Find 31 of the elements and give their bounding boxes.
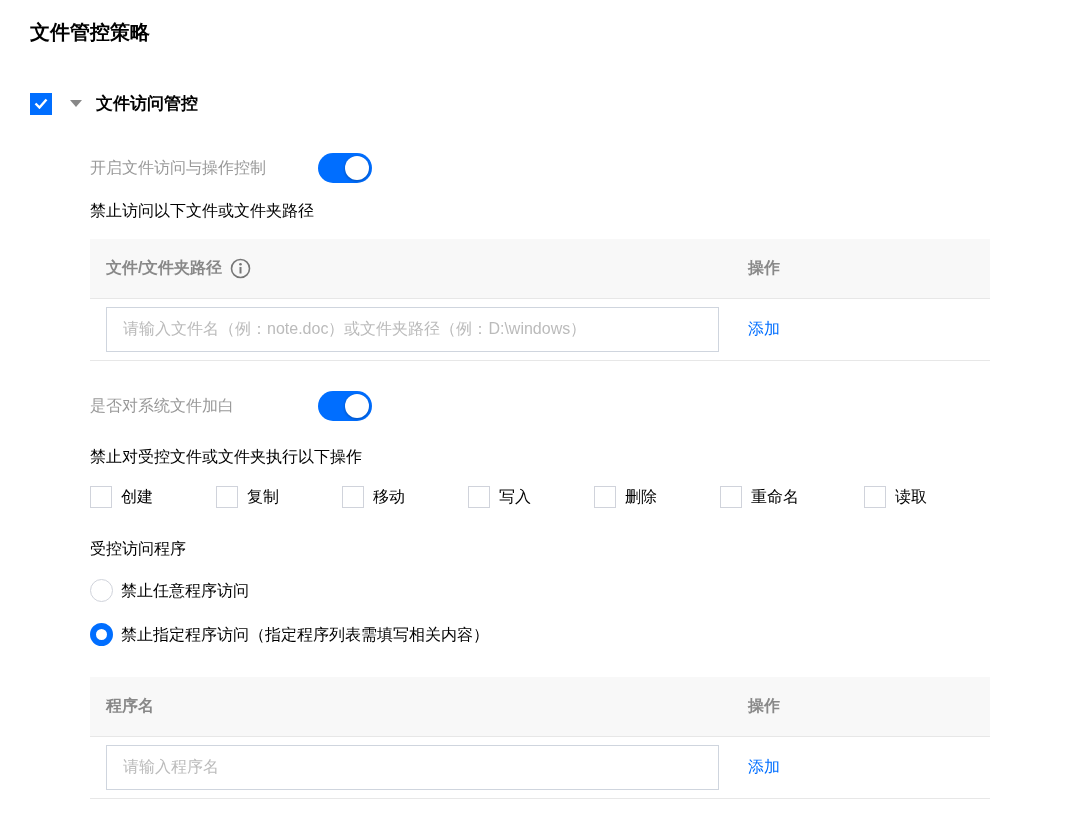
toggle-label: 是否对系统文件加白 [90,395,235,416]
page-title: 文件管控策略 [30,20,151,45]
option-label: 删除 [625,486,657,507]
option-label: 读取 [895,486,927,507]
caret-icon[interactable] [70,99,82,108]
option-label: 移动 [373,486,405,507]
section-label: 文件访问管控 [96,93,198,115]
option-label: 写入 [499,486,531,507]
section-heading: 禁止访问以下文件或文件夹路径 [90,200,315,221]
add-link[interactable]: 添加 [748,755,780,779]
section-heading: 禁止对受控文件或文件夹执行以下操作 [90,446,363,467]
toggle-label: 开启文件访问与操作控制 [90,157,267,178]
option-label: 创建 [121,486,153,507]
option-label: 复制 [247,486,279,507]
check-icon [34,98,48,110]
add-link[interactable]: 添加 [748,317,780,341]
column-header: 文件/文件夹路径 [106,258,223,278]
text-input[interactable]: 请输入文件名（例：note.doc）或文件夹路径（例：D:\windows） [106,306,719,352]
column-header: 操作 [748,259,780,276]
toggle-switch[interactable] [318,390,372,421]
section-heading: 受控访问程序 [90,538,187,559]
option-label: 禁止指定程序访问（指定程序列表需填写相关内容） [121,624,489,645]
info-icon[interactable] [230,257,252,279]
checkbox[interactable] [30,92,52,115]
column-header: 操作 [748,697,780,714]
option-label: 禁止任意程序访问 [121,580,249,601]
radio-button[interactable] [90,623,113,646]
option-label: 重命名 [751,486,799,507]
text-input[interactable]: 请输入程序名 [106,744,719,790]
toggle-switch[interactable] [318,152,372,183]
column-header: 程序名 [106,696,154,716]
